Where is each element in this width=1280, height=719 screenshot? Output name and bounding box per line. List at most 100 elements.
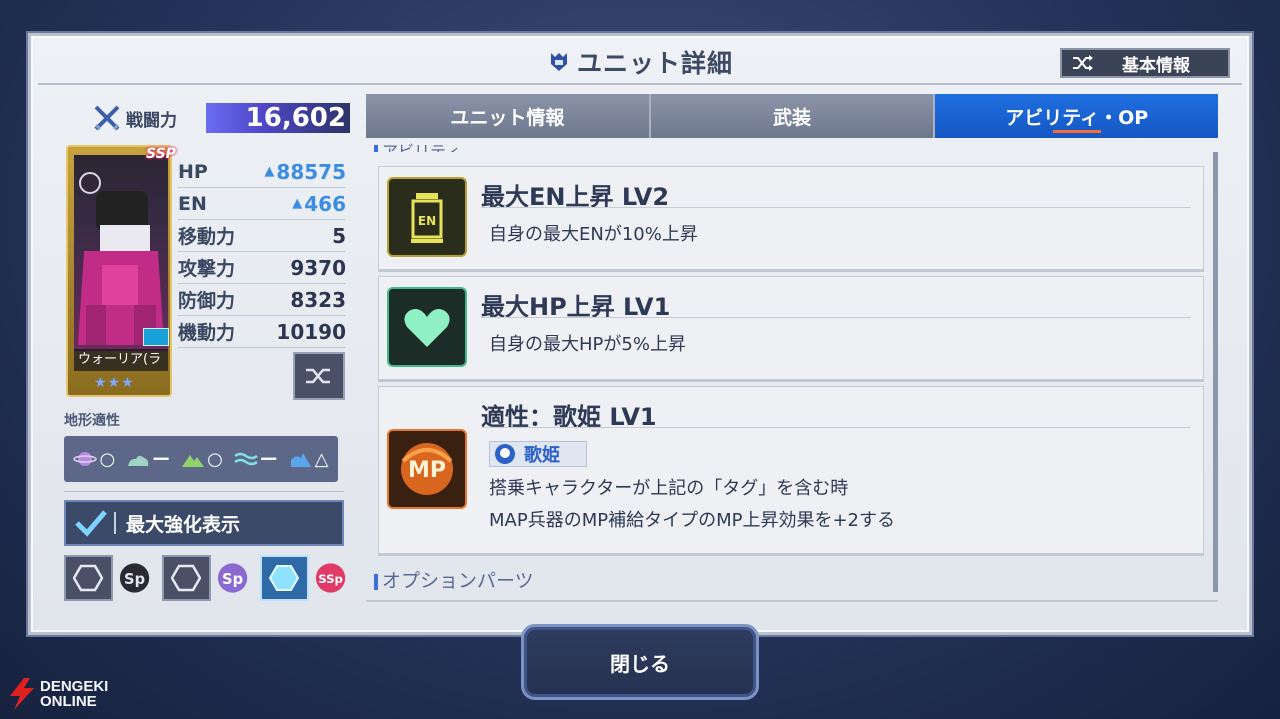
slot-3[interactable] — [260, 555, 309, 601]
stat-value: 5 — [332, 223, 346, 248]
ssp-badge-icon: SSp — [315, 563, 346, 593]
section-header-abilities: アビリティ — [374, 138, 461, 152]
slot-1[interactable] — [64, 555, 113, 601]
stat-label: 防御力 — [178, 290, 236, 312]
basic-info-button[interactable]: 基本情報 — [1060, 48, 1230, 78]
stat-label: 移動力 — [178, 226, 236, 248]
ability-description: 自身の最大HPが5%上昇 — [489, 334, 686, 355]
sp-badge-icon: Sp — [119, 563, 150, 593]
svg-text:EN: EN — [418, 214, 436, 228]
tag-icon — [495, 444, 515, 464]
max-enhance-toggle[interactable]: 最大強化表示 — [64, 500, 344, 546]
hexagon-icon — [171, 564, 202, 592]
tab-weapons[interactable]: 武装 — [650, 94, 936, 138]
shuffle-icon — [306, 368, 330, 384]
sea-icon — [233, 452, 258, 466]
ability-item: EN 最大EN上昇 LV2 自身の最大ENが10%上昇 — [378, 166, 1204, 270]
checkmark-icon — [75, 510, 107, 537]
tab-abilities-op[interactable]: アビリティ・OP — [935, 94, 1219, 138]
terrain-underwater: △ — [289, 449, 329, 470]
header-marker — [374, 144, 378, 152]
section-title: オプションパーツ — [382, 570, 534, 592]
terrain-grade: ー — [259, 450, 278, 471]
space-icon — [73, 452, 98, 466]
stat-row-mobility: 機動力 10190 — [178, 316, 346, 348]
close-button[interactable]: 閉じる — [521, 624, 759, 700]
stat-row-en: EN ▲ 466 — [178, 188, 346, 220]
unit-card[interactable]: ウォーリア(ラ ★★★ — [66, 145, 172, 397]
unit-name: ウォーリア(ラ — [74, 349, 168, 371]
heart-badge-icon — [143, 328, 169, 346]
combat-power-label: 戦闘力 — [126, 110, 177, 131]
stat-value: 466 — [304, 191, 346, 216]
stat-label: 機動力 — [178, 322, 236, 344]
terrain-grade: ー — [152, 450, 171, 471]
terrain-grade: ○ — [99, 448, 116, 470]
ability-item: 最大HP上昇 LV1 自身の最大HPが5%上昇 — [378, 276, 1204, 380]
character-tag: 歌姫 — [489, 441, 587, 467]
heart-icon — [387, 287, 467, 367]
terrain-adaptation: ○ ー ○ ー △ — [64, 436, 338, 482]
ability-item: MP 適性：歌姫 LV1 歌姫 搭乗キャラクターが上記の「タグ」を含む時 MAP… — [378, 386, 1204, 554]
svg-text:Sp: Sp — [124, 571, 145, 588]
tab-bar: ユニット情報 武装 アビリティ・OP — [366, 94, 1219, 138]
stat-value: 8323 — [290, 287, 346, 312]
boost-arrow-icon: ▲ — [292, 196, 303, 211]
hexagon-filled-icon — [269, 565, 300, 591]
tab-unit-info[interactable]: ユニット情報 — [366, 94, 651, 138]
swap-unit-button[interactable] — [293, 352, 345, 400]
combat-power-value: 16,602 — [206, 103, 350, 133]
tag-label: 歌姫 — [524, 445, 560, 466]
boost-arrow-icon: ▲ — [264, 164, 275, 179]
unit-stats: HP ▲ 88575 EN ▲ 466 移動力 5 攻撃力 9370 防御力 8… — [178, 156, 346, 348]
scrollbar[interactable] — [1213, 152, 1218, 592]
svg-text:Sp: Sp — [222, 571, 243, 588]
sp-badge-icon: Sp — [217, 563, 248, 593]
option-slots: Sp Sp SSp — [64, 554, 358, 602]
slot-2[interactable] — [162, 555, 211, 601]
ability-description: 搭乗キャラクターが上記の「タグ」を含む時 — [489, 478, 849, 499]
rarity-stars: ★★★ — [94, 375, 135, 391]
divider — [481, 317, 1191, 318]
terrain-grade: ○ — [207, 448, 223, 470]
divider — [366, 600, 1218, 602]
dialog-title: ユニット詳細 — [576, 49, 733, 78]
basic-info-label: 基本情報 — [1122, 55, 1190, 76]
mp-icon: MP — [387, 429, 467, 509]
crossed-swords-icon — [94, 105, 120, 131]
underwater-icon — [290, 453, 311, 467]
combat-power-row: 戦闘力 16,602 — [92, 100, 350, 136]
stat-row-defense: 防御力 8323 — [178, 284, 346, 316]
ability-description: MAP兵器のMP補給タイプのMP上昇効果を+2する — [489, 510, 896, 531]
terrain-space: ○ — [73, 449, 115, 470]
stat-row-hp: HP ▲ 88575 — [178, 156, 346, 188]
land-icon — [182, 455, 205, 467]
divider — [481, 207, 1191, 208]
shuffle-icon — [1073, 55, 1093, 71]
ability-list-panel[interactable]: アビリティ EN 最大EN上昇 LV2 自身の最大ENが10%上昇 最大HP上昇… — [366, 138, 1218, 602]
divider — [64, 491, 344, 492]
stat-label: 攻撃力 — [178, 258, 236, 280]
terrain-label: 地形適性 — [64, 413, 120, 429]
air-icon — [128, 455, 149, 466]
unit-portrait — [74, 155, 168, 351]
terrain-land: ○ — [181, 449, 223, 470]
stat-value: 9370 — [290, 255, 346, 280]
section-header-options: オプションパーツ — [374, 566, 534, 593]
terrain-sea: ー — [233, 446, 278, 472]
divider — [114, 512, 116, 534]
terrain-grade: △ — [314, 448, 329, 470]
stat-value: 10190 — [276, 319, 346, 344]
ssp-rarity-badge: SSP — [146, 146, 176, 162]
max-enhance-label: 最大強化表示 — [126, 513, 241, 536]
section-title: アビリティ — [382, 142, 462, 152]
header-marker — [374, 573, 378, 590]
watermark-line2: ONLINE — [40, 693, 97, 710]
lightning-logo-icon — [10, 678, 34, 710]
hexagon-icon — [73, 564, 104, 592]
terrain-air: ー — [126, 446, 170, 472]
en-canister-icon: EN — [387, 177, 467, 257]
stat-row-move: 移動力 5 — [178, 220, 346, 252]
stat-value: 88575 — [276, 159, 346, 184]
watermark-text: DENGEKI ONLINE — [40, 679, 108, 709]
